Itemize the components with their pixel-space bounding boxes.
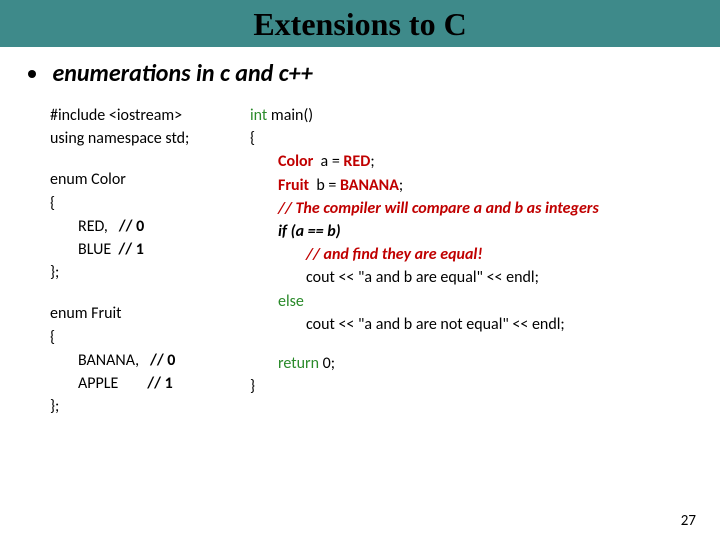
code-line: Fruit b = BANANA; [250, 174, 720, 197]
slide-title: Extensions to C [0, 6, 720, 43]
bullet-icon [28, 70, 36, 78]
comment-line: // The compiler will compare a and b as … [250, 197, 720, 220]
code-line: using namespace std; [50, 127, 250, 150]
code-line: { [250, 127, 720, 150]
comment: // 0 [150, 351, 175, 370]
code-line: cout << "a and b are equal" << endl; [250, 266, 720, 289]
code-left-column: #include <iostream> using namespace std;… [50, 104, 250, 436]
page-number: 27 [681, 512, 696, 530]
enum-fruit-block: enum Fruit { BANANA, // 0 APPLE // 1 }; [50, 302, 250, 418]
code-area: #include <iostream> using namespace std;… [0, 96, 720, 436]
subtitle-row: enumerations in c and c++ [0, 47, 720, 96]
comment-line: // and find they are equal! [250, 243, 720, 266]
comment: // 1 [147, 374, 172, 393]
code-line: BANANA, // 0 [50, 349, 250, 372]
code-right-column: int main() { Color a = RED; Fruit b = BA… [250, 104, 720, 436]
code-line: }; [50, 261, 250, 284]
code-line: enum Fruit [50, 302, 250, 325]
code-line: Color a = RED; [250, 150, 720, 173]
code-line: int main() [250, 104, 720, 127]
code-line: if (a == b) [250, 220, 720, 243]
code-line: { [50, 192, 250, 215]
blank-line [250, 336, 720, 352]
title-bar: Extensions to C [0, 0, 720, 47]
code-line: enum Color [50, 168, 250, 191]
code-line: }; [50, 395, 250, 418]
code-line: else [250, 290, 720, 313]
code-line: APPLE // 1 [50, 372, 250, 395]
code-line: cout << "a and b are not equal" << endl; [250, 313, 720, 336]
code-line: } [250, 375, 720, 398]
code-line: return 0; [250, 352, 720, 375]
includes-block: #include <iostream> using namespace std; [50, 104, 250, 150]
enum-color-block: enum Color { RED, // 0 BLUE // 1 }; [50, 168, 250, 284]
code-line: RED, // 0 [50, 215, 250, 238]
comment: // 0 [119, 217, 144, 236]
code-line: #include <iostream> [50, 104, 250, 127]
code-line: { [50, 326, 250, 349]
comment: // 1 [118, 240, 143, 259]
slide-subtitle: enumerations in c and c++ [52, 59, 312, 88]
code-line: BLUE // 1 [50, 238, 250, 261]
